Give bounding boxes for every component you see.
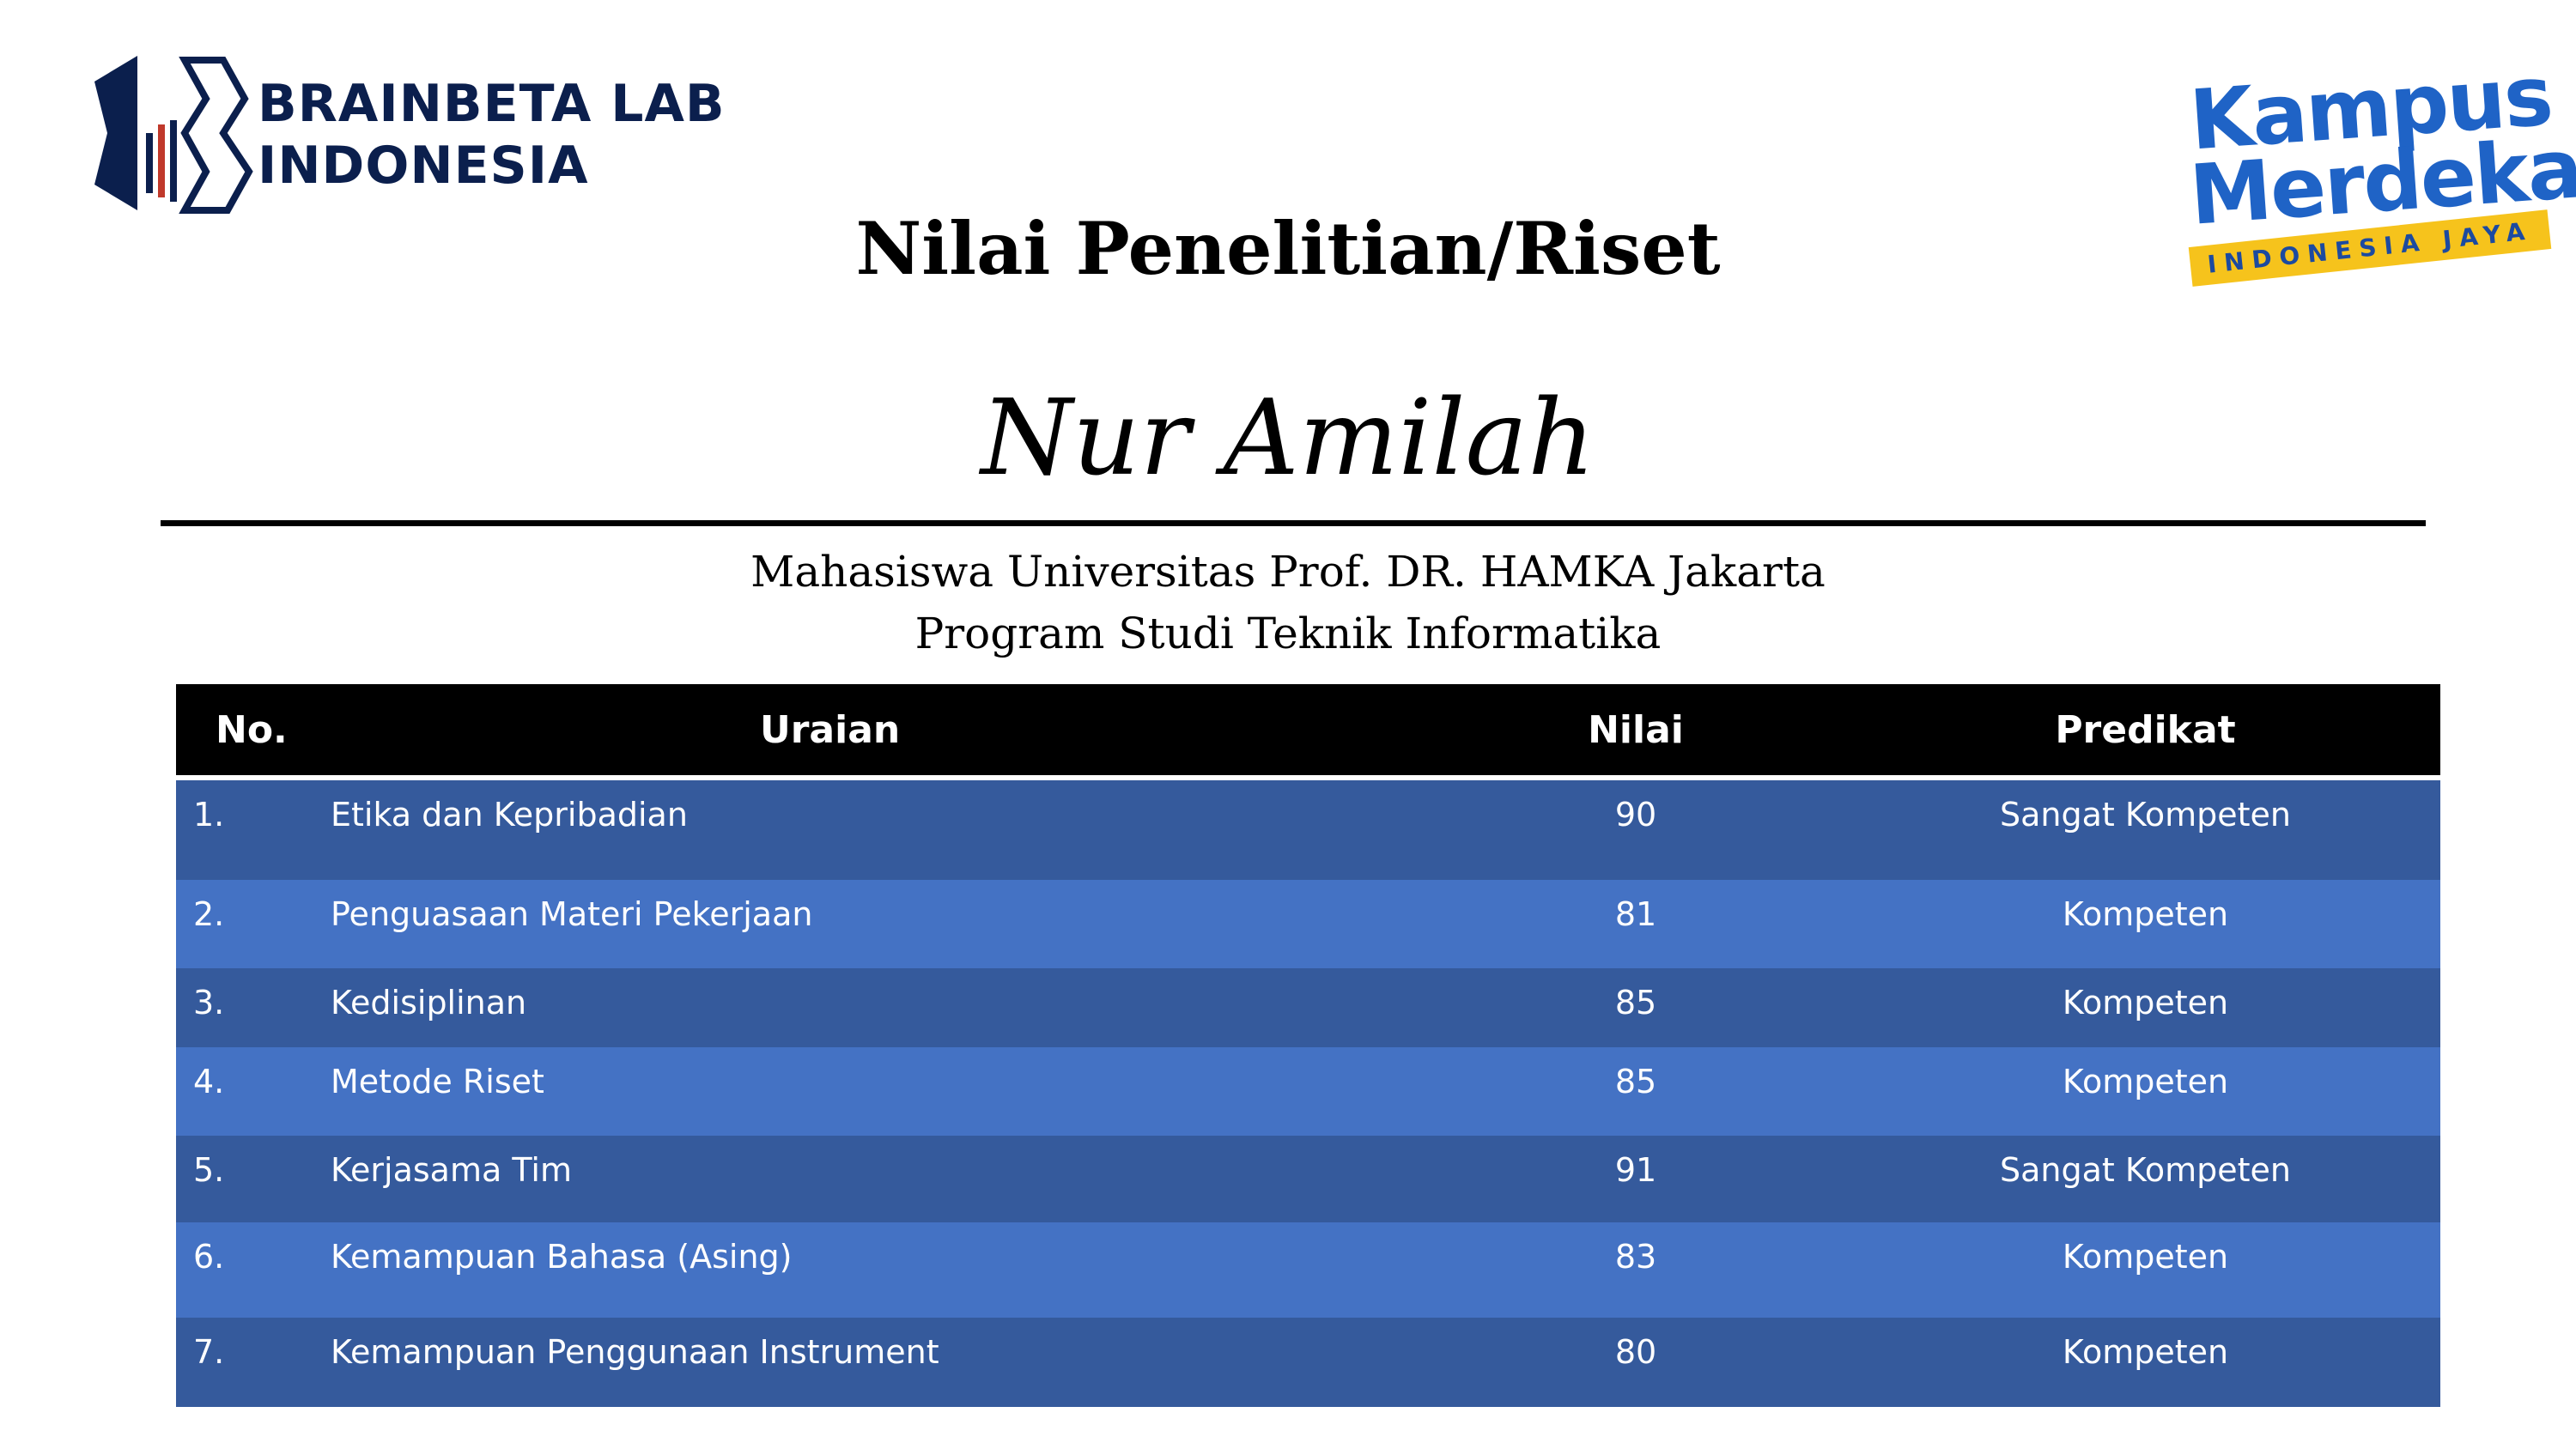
row-no: 6. [176,1222,331,1318]
row-predicate: Sangat Kompeten [1850,1136,2440,1222]
row-desc: Kedisiplinan [331,968,1421,1047]
row-desc: Metode Riset [331,1047,1421,1136]
row-no: 2. [176,880,331,968]
row-predicate: Kompeten [1850,968,2440,1047]
row-no: 3. [176,968,331,1047]
row-value: 81 [1421,880,1850,968]
header-no: No. [176,684,331,780]
row-predicate: Kompeten [1850,880,2440,968]
table-row: 6. Kemampuan Bahasa (Asing) 83 Kompeten [176,1222,2440,1318]
row-value: 85 [1421,1047,1850,1136]
row-no: 4. [176,1047,331,1136]
table-row: 7. Kemampuan Penggunaan Instrument 80 Ko… [176,1318,2440,1407]
row-value: 85 [1421,968,1850,1047]
row-no: 1. [176,778,331,880]
table-header-row: No. Uraian Nilai Predikat [176,684,2440,780]
brainbeta-logo-icon [94,56,253,214]
person-name: Nur Amilah [981,377,1595,499]
row-desc: Kemampuan Penggunaan Instrument [331,1318,1421,1407]
row-desc: Kemampuan Bahasa (Asing) [331,1222,1421,1318]
score-table: No. Uraian Nilai Predikat 1. Etika dan K… [176,684,2440,1407]
row-predicate: Kompeten [1850,1318,2440,1407]
row-predicate: Kompeten [1850,1222,2440,1318]
table-row: 1. Etika dan Kepribadian 90 Sangat Kompe… [176,778,2440,880]
row-desc: Penguasaan Materi Pekerjaan [331,880,1421,968]
university-line: Mahasiswa Universitas Prof. DR. HAMKA Ja… [750,547,1826,597]
row-value: 80 [1421,1318,1850,1407]
row-desc: Etika dan Kepribadian [331,778,1421,880]
program-line: Program Studi Teknik Informatika [914,609,1662,658]
header-value: Nilai [1421,684,1850,780]
table-row: 3. Kedisiplinan 85 Kompeten [176,968,2440,1047]
table-row: 4. Metode Riset 85 Kompeten [176,1047,2440,1136]
row-predicate: Kompeten [1850,1047,2440,1136]
row-value: 83 [1421,1222,1850,1318]
page-title: Nilai Penelitian/Riset [855,206,1721,291]
row-no: 5. [176,1136,331,1222]
header-predicate: Predikat [1850,684,2440,780]
divider [161,520,2426,526]
table-row: 5. Kerjasama Tim 91 Sangat Kompeten [176,1136,2440,1222]
table-row: 2. Penguasaan Materi Pekerjaan 81 Kompet… [176,880,2440,968]
row-desc: Kerjasama Tim [331,1136,1421,1222]
brainbeta-logo: BRAINBETA LAB INDONESIA [86,47,725,219]
brand-name-line2: INDONESIA [258,136,589,196]
header-desc: Uraian [331,684,1421,780]
row-value: 91 [1421,1136,1850,1222]
row-value: 90 [1421,778,1850,880]
brand-name-line1: BRAINBETA LAB [258,74,726,134]
row-predicate: Sangat Kompeten [1850,778,2440,880]
row-no: 7. [176,1318,331,1407]
